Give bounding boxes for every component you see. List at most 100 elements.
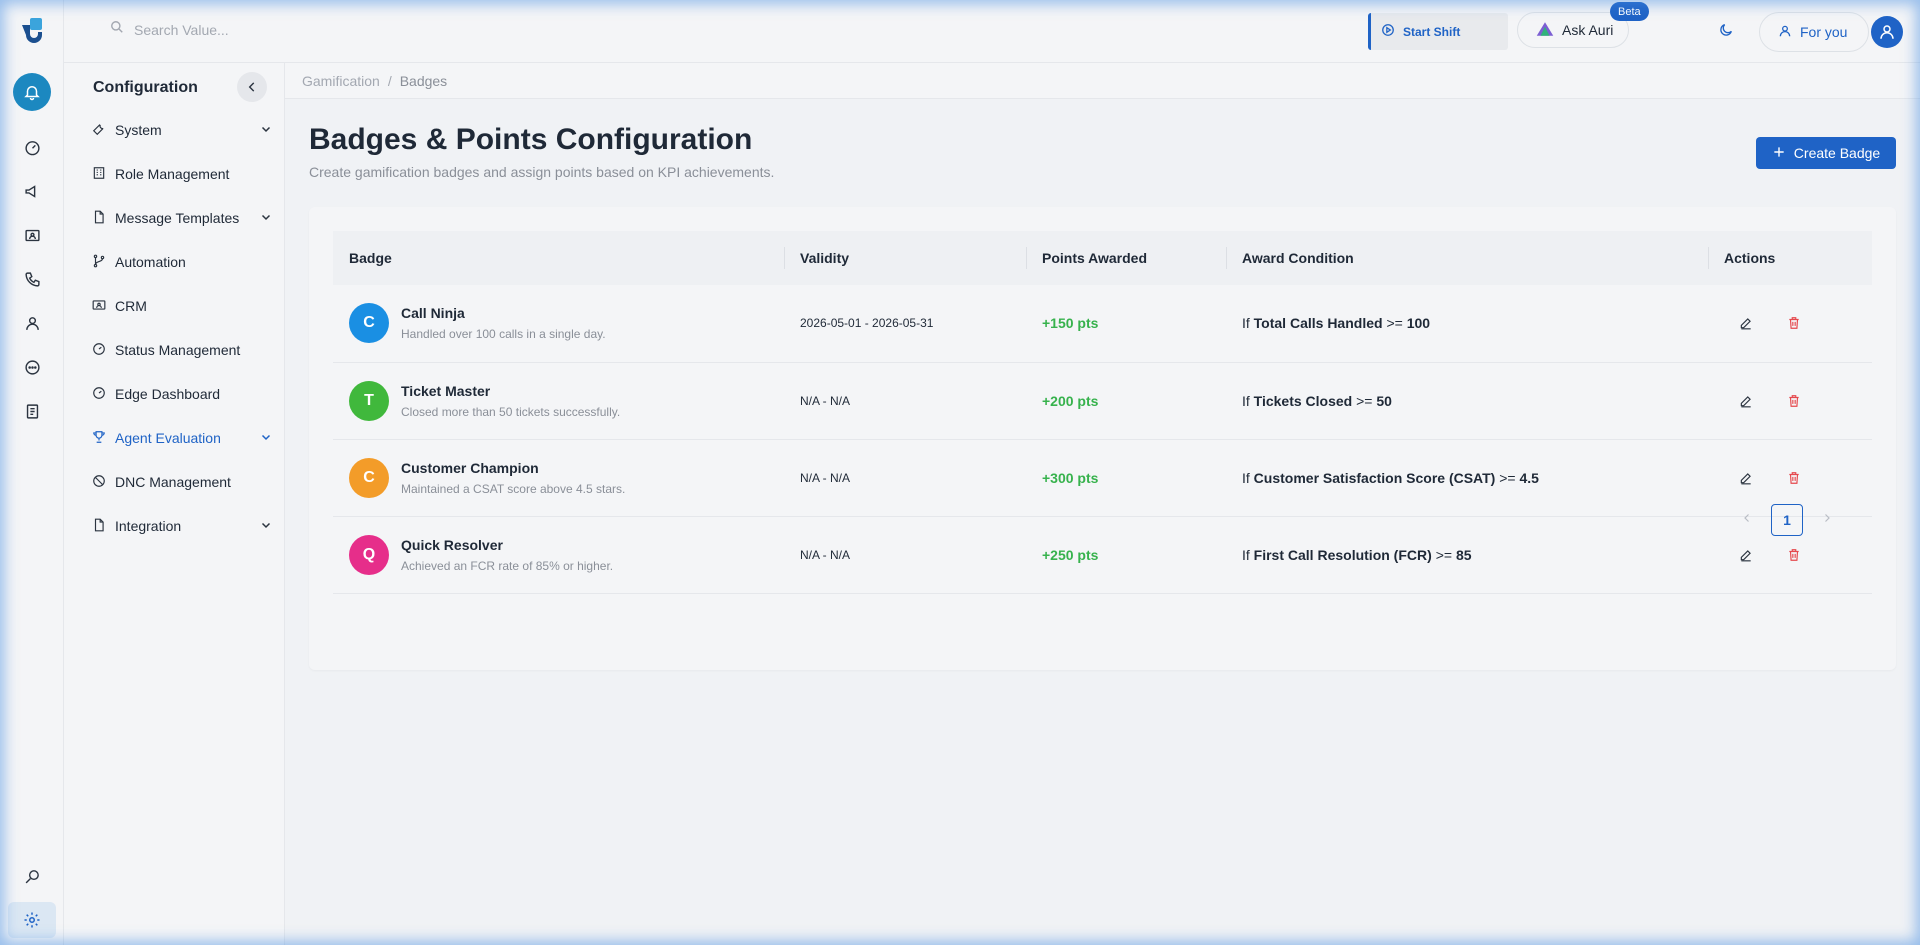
block-icon xyxy=(92,474,106,491)
user-avatar[interactable] xyxy=(1871,16,1903,48)
campaign-megaphone-icon[interactable] xyxy=(22,181,42,201)
user-icon[interactable] xyxy=(22,313,42,333)
badge-description: Achieved an FCR rate of 85% or higher. xyxy=(401,558,614,573)
table-row: Q Quick Resolver Achieved an FCR rate of… xyxy=(333,516,1872,593)
breadcrumb-separator: / xyxy=(387,72,392,89)
condition-prefix: If xyxy=(1242,392,1250,409)
sidebar-item-label: Role Management xyxy=(115,166,230,182)
configuration-sidebar: Configuration System Role Management Mes… xyxy=(64,63,285,945)
column-header-actions: Actions xyxy=(1708,231,1872,285)
sidebar-item-edge-dashboard[interactable]: Edge Dashboard xyxy=(92,372,272,416)
notifications-bell-icon[interactable] xyxy=(13,73,51,111)
reports-icon[interactable] xyxy=(22,401,42,421)
for-you-label: For you xyxy=(1800,24,1848,40)
breadcrumb-gamification[interactable]: Gamification xyxy=(302,73,380,89)
create-badge-button[interactable]: Create Badge xyxy=(1756,137,1896,169)
badge-avatar: C xyxy=(349,457,389,498)
badge-avatar: T xyxy=(349,380,389,421)
pagination: 1 xyxy=(1741,504,1833,536)
condition-operator: >= xyxy=(1435,546,1453,563)
delete-trash-icon[interactable] xyxy=(1784,391,1804,411)
building-icon xyxy=(92,166,106,183)
create-badge-label: Create Badge xyxy=(1793,145,1881,161)
points-value: +150 pts xyxy=(1042,315,1099,332)
sidebar-item-label: Message Templates xyxy=(115,210,240,226)
user-outline-icon xyxy=(1778,24,1792,41)
sidebar-item-status-management[interactable]: Status Management xyxy=(92,328,272,372)
sidebar-item-label: Automation xyxy=(115,254,186,270)
sidebar-item-message-templates[interactable]: Message Templates xyxy=(92,196,272,240)
contacts-card-icon[interactable] xyxy=(22,225,42,245)
column-header-points: Points Awarded xyxy=(1026,231,1226,285)
condition-prefix: If xyxy=(1242,546,1250,563)
condition-prefix: If xyxy=(1242,469,1250,486)
chevron-down-icon xyxy=(260,122,272,138)
dark-mode-moon-icon[interactable] xyxy=(1718,22,1738,42)
chevron-down-icon xyxy=(260,518,272,534)
delete-trash-icon[interactable] xyxy=(1784,545,1804,565)
sidebar-menu: System Role Management Message Templates… xyxy=(92,108,272,548)
table-row: C Call Ninja Handled over 100 calls in a… xyxy=(333,285,1872,362)
award-condition: If Customer Satisfaction Score (CSAT) >=… xyxy=(1226,439,1708,516)
sidebar-item-automation[interactable]: Automation xyxy=(92,240,272,284)
validity-cell: N/A - N/A xyxy=(800,470,851,485)
sidebar-item-label: Status Management xyxy=(115,342,241,358)
next-page-chevron-icon[interactable] xyxy=(1821,511,1833,529)
for-you-button[interactable]: For you xyxy=(1759,12,1869,52)
badge-avatar: Q xyxy=(349,534,389,575)
condition-metric: Tickets Closed xyxy=(1253,392,1353,409)
badge-description: Maintained a CSAT score above 4.5 stars. xyxy=(401,481,626,496)
badge-name: Call Ninja xyxy=(401,305,465,322)
edit-pencil-icon[interactable] xyxy=(1736,468,1756,488)
phone-icon[interactable] xyxy=(22,269,42,289)
gauge-icon xyxy=(92,342,106,359)
delete-trash-icon[interactable] xyxy=(1784,468,1804,488)
badges-table: Badge Validity Points Awarded Award Cond… xyxy=(333,231,1872,594)
gauge-icon xyxy=(92,386,106,403)
chat-icon[interactable] xyxy=(22,357,42,377)
search-settings-icon[interactable] xyxy=(22,866,42,886)
dashboard-icon[interactable] xyxy=(22,137,42,157)
sidebar-item-role-management[interactable]: Role Management xyxy=(92,152,272,196)
condition-value: 50 xyxy=(1376,392,1392,409)
condition-prefix: If xyxy=(1242,315,1250,332)
sidebar-item-system[interactable]: System xyxy=(92,108,272,152)
sidebar-item-agent-evaluation[interactable]: Agent Evaluation xyxy=(92,416,272,460)
award-condition: If Total Calls Handled >= 100 xyxy=(1226,285,1708,362)
sidebar-item-label: Edge Dashboard xyxy=(115,386,221,402)
badge-description: Closed more than 50 tickets successfully… xyxy=(401,404,621,419)
app-rail xyxy=(0,0,64,945)
edit-pencil-icon[interactable] xyxy=(1736,391,1756,411)
badges-card: Badge Validity Points Awarded Award Cond… xyxy=(309,207,1896,670)
play-circle-icon xyxy=(1381,23,1395,40)
column-header-validity: Validity xyxy=(784,231,1026,285)
branch-icon xyxy=(92,254,106,271)
search-input[interactable] xyxy=(134,21,434,38)
delete-trash-icon[interactable] xyxy=(1784,313,1804,333)
auri-logo-icon xyxy=(1536,21,1554,40)
sidebar-item-label: DNC Management xyxy=(115,474,231,490)
badge-name: Ticket Master xyxy=(401,382,491,399)
badge-name: Quick Resolver xyxy=(401,536,503,553)
column-header-badge: Badge xyxy=(349,250,392,266)
start-shift-button[interactable]: Start Shift xyxy=(1368,13,1508,50)
condition-metric: Customer Satisfaction Score (CSAT) xyxy=(1253,469,1496,486)
prev-page-chevron-icon[interactable] xyxy=(1741,511,1753,529)
collapse-sidebar-button[interactable] xyxy=(237,72,267,102)
sidebar-item-label: Integration xyxy=(115,518,182,534)
validity-cell: 2026-05-01 - 2026-05-31 xyxy=(800,316,934,331)
search-icon xyxy=(110,20,124,39)
global-search[interactable] xyxy=(110,20,434,39)
table-row: C Customer Champion Maintained a CSAT sc… xyxy=(333,439,1872,516)
page-number-button[interactable]: 1 xyxy=(1771,504,1803,536)
sidebar-item-dnc-management[interactable]: DNC Management xyxy=(92,460,272,504)
sidebar-item-crm[interactable]: CRM xyxy=(92,284,272,328)
sidebar-item-label: CRM xyxy=(115,298,147,314)
sidebar-item-integration[interactable]: Integration xyxy=(92,504,272,548)
page-title: Badges & Points Configuration xyxy=(309,123,753,156)
edit-pencil-icon[interactable] xyxy=(1736,313,1756,333)
condition-metric: Total Calls Handled xyxy=(1253,315,1383,332)
settings-gear-icon[interactable] xyxy=(8,902,56,938)
edit-pencil-icon[interactable] xyxy=(1736,545,1756,565)
table-header-row: Badge Validity Points Awarded Award Cond… xyxy=(333,231,1872,285)
